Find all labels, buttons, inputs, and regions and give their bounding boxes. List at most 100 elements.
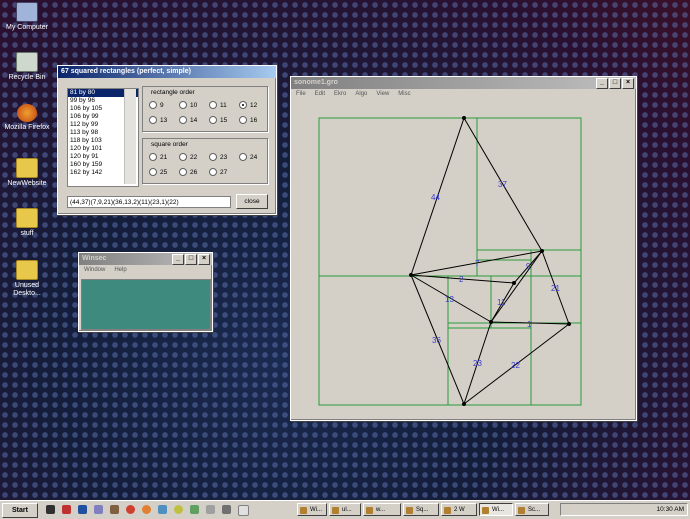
system-tray: 10:30 AM (560, 503, 688, 516)
desktop-icon-stuff[interactable]: stuff (1, 208, 53, 238)
radio-circle[interactable] (239, 116, 247, 124)
radio-circle[interactable] (209, 116, 217, 124)
radio-circle[interactable] (149, 116, 157, 124)
radio-label: 22 (190, 153, 198, 161)
square-order-radio[interactable]: 26 (179, 168, 197, 176)
radio-circle[interactable] (239, 153, 247, 161)
square-order-radio[interactable]: 25 (149, 168, 167, 176)
desktop-icon-firefox[interactable]: Mozilla Firefox (1, 104, 53, 132)
dialog-titlebar[interactable]: 67 squared rectangles (perfect, simple) (58, 66, 276, 78)
taskbar-button[interactable]: Wi... (479, 503, 513, 516)
quicklaunch-icon[interactable] (158, 505, 167, 514)
radio-circle[interactable] (179, 153, 187, 161)
square-order-radio[interactable]: 23 (209, 153, 227, 161)
winsec-client-area (81, 279, 211, 330)
minimize-button[interactable]: _ (172, 254, 184, 265)
desktop-icon-unused-desktop[interactable]: Unused Deskto... (1, 260, 53, 298)
taskbar-button[interactable]: Wi... (297, 503, 327, 516)
edge-label: 11 (497, 298, 506, 307)
taskbar-button[interactable]: Sq... (403, 503, 439, 516)
taskbar-button[interactable]: w... (363, 503, 401, 516)
maximize-button[interactable]: □ (609, 78, 621, 89)
rectangle-order-radio[interactable]: 10 (179, 101, 197, 109)
radio-circle[interactable] (209, 153, 217, 161)
taskbar-button[interactable]: Sc... (515, 503, 549, 516)
code-input[interactable]: (44,37)(7,9,21)(36,13,2)(11)(23,1)(22) (67, 196, 231, 208)
winsec-titlebar[interactable]: Winsec _ □ × (79, 253, 212, 265)
menu-edit[interactable]: Edit (315, 89, 325, 100)
list-scrollbar[interactable] (124, 89, 136, 184)
edge-label: 13 (445, 295, 454, 304)
quicklaunch-icon[interactable] (206, 505, 215, 514)
quicklaunch-icon[interactable] (78, 505, 87, 514)
menu-ekro[interactable]: Ekro (334, 89, 346, 100)
taskbar-button[interactable]: ul... (329, 503, 361, 516)
folder-icon (16, 260, 38, 280)
square-order-radio[interactable]: 21 (149, 153, 167, 161)
radio-circle[interactable] (179, 101, 187, 109)
rectangle-order-radio[interactable]: 9 (149, 101, 164, 109)
radio-circle[interactable] (149, 168, 157, 176)
menu-algo[interactable]: Algo (355, 89, 367, 100)
edge-label: 21 (551, 284, 560, 293)
quicklaunch-icon[interactable] (62, 505, 71, 514)
quicklaunch-icon[interactable] (46, 505, 55, 514)
desktop-icon-label: Recycle Bin (8, 74, 46, 81)
rectangle-order-radio[interactable]: 14 (179, 116, 197, 124)
rectangle-order-radio[interactable]: 13 (149, 116, 167, 124)
folder-icon (16, 208, 38, 228)
menu-file[interactable]: File (296, 89, 306, 100)
graph-canvas[interactable]: 44 37 7 9 2 21 13 11 1 36 23 22 (291, 100, 634, 418)
start-button[interactable]: Start (2, 503, 38, 518)
square-order-radio[interactable]: 27 (209, 168, 227, 176)
quicklaunch-icon[interactable] (174, 505, 183, 514)
quicklaunch-icon[interactable] (190, 505, 199, 514)
edge-label: 1 (527, 320, 532, 329)
menu-window[interactable]: Window (84, 265, 105, 276)
radio-circle[interactable] (239, 101, 247, 109)
radio-label: 26 (190, 168, 198, 176)
quicklaunch-icon[interactable] (110, 505, 119, 514)
edge-label: 2 (459, 275, 464, 284)
menu-misc[interactable]: Misc (398, 89, 410, 100)
taskbar: Start Wi... ul... w... Sq... 2 W Wi... Sc... 1… (0, 500, 690, 519)
quicklaunch-icon[interactable] (126, 505, 135, 514)
quicklaunch-icon[interactable] (142, 505, 151, 514)
taskbar-button[interactable]: 2 W (441, 503, 477, 516)
rectangle-order-radio[interactable]: 15 (209, 116, 227, 124)
rectangle-order-radio[interactable]: 16 (239, 116, 257, 124)
close-button[interactable]: close (236, 194, 268, 209)
radio-circle[interactable] (209, 101, 217, 109)
winsec-window: Winsec _ □ × Window Help (78, 252, 213, 332)
radio-circle[interactable] (149, 153, 157, 161)
desktop-icon-newwebsite[interactable]: NewWebsite (1, 158, 53, 188)
radio-circle[interactable] (209, 168, 217, 176)
square-order-radio[interactable]: 24 (239, 153, 257, 161)
edge-label: 23 (473, 359, 482, 368)
square-order-radio[interactable]: 22 (179, 153, 197, 161)
radio-circle[interactable] (179, 168, 187, 176)
maximize-button[interactable]: □ (185, 254, 197, 265)
quicklaunch-icon[interactable] (222, 505, 231, 514)
radio-circle[interactable] (149, 101, 157, 109)
quicklaunch-icon[interactable] (94, 505, 103, 514)
minimize-button[interactable]: _ (596, 78, 608, 89)
sonome-menubar: File Edit Ekro Algo View Misc (291, 89, 636, 100)
edge-label: 7 (475, 259, 480, 268)
menu-help[interactable]: Help (114, 265, 126, 276)
radio-label: 21 (160, 153, 168, 161)
radio-circle[interactable] (179, 116, 187, 124)
sonome-titlebar[interactable]: sonome1.gro _ □ × (291, 77, 636, 89)
close-button[interactable]: × (622, 78, 634, 89)
rectangle-order-radio[interactable]: 12 (239, 101, 257, 109)
close-button[interactable]: × (198, 254, 210, 265)
desktop-icon-my-computer[interactable]: My Computer (1, 2, 53, 32)
clock[interactable]: 10:30 AM (657, 504, 684, 516)
menu-view[interactable]: View (376, 89, 389, 100)
quicklaunch-icon[interactable] (238, 505, 249, 516)
dialog-title: 67 squared rectangles (perfect, simple) (61, 68, 191, 75)
desktop-icon-recycle-bin[interactable]: Recycle Bin (1, 52, 53, 82)
edge-label: 36 (432, 336, 441, 345)
desktop-icon-label: Mozilla Firefox (4, 124, 50, 131)
rectangle-order-radio[interactable]: 11 (209, 101, 227, 109)
